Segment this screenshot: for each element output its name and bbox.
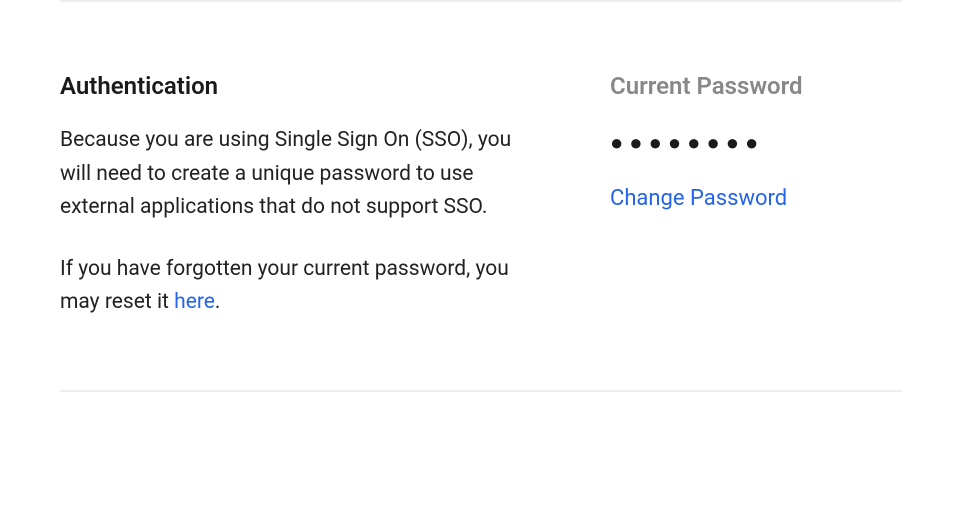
authentication-description: Because you are using Single Sign On (SS… bbox=[60, 124, 520, 225]
authentication-title: Authentication bbox=[60, 72, 520, 100]
current-password-masked-value: ●●●●●●●● bbox=[610, 130, 902, 156]
password-column: Current Password ●●●●●●●● Change Passwor… bbox=[610, 72, 902, 320]
forgot-password-prefix: If you have forgotten your current passw… bbox=[60, 257, 509, 315]
authentication-forgot-password-text: If you have forgotten your current passw… bbox=[60, 253, 520, 320]
authentication-info-column: Authentication Because you are using Sin… bbox=[60, 72, 520, 320]
change-password-link[interactable]: Change Password bbox=[610, 186, 787, 211]
current-password-label: Current Password bbox=[610, 72, 902, 100]
forgot-password-suffix: . bbox=[215, 290, 221, 314]
reset-password-link[interactable]: here bbox=[174, 290, 215, 314]
section-divider-bottom bbox=[60, 390, 902, 392]
authentication-section: Authentication Because you are using Sin… bbox=[60, 72, 902, 390]
section-divider-top bbox=[60, 0, 902, 2]
